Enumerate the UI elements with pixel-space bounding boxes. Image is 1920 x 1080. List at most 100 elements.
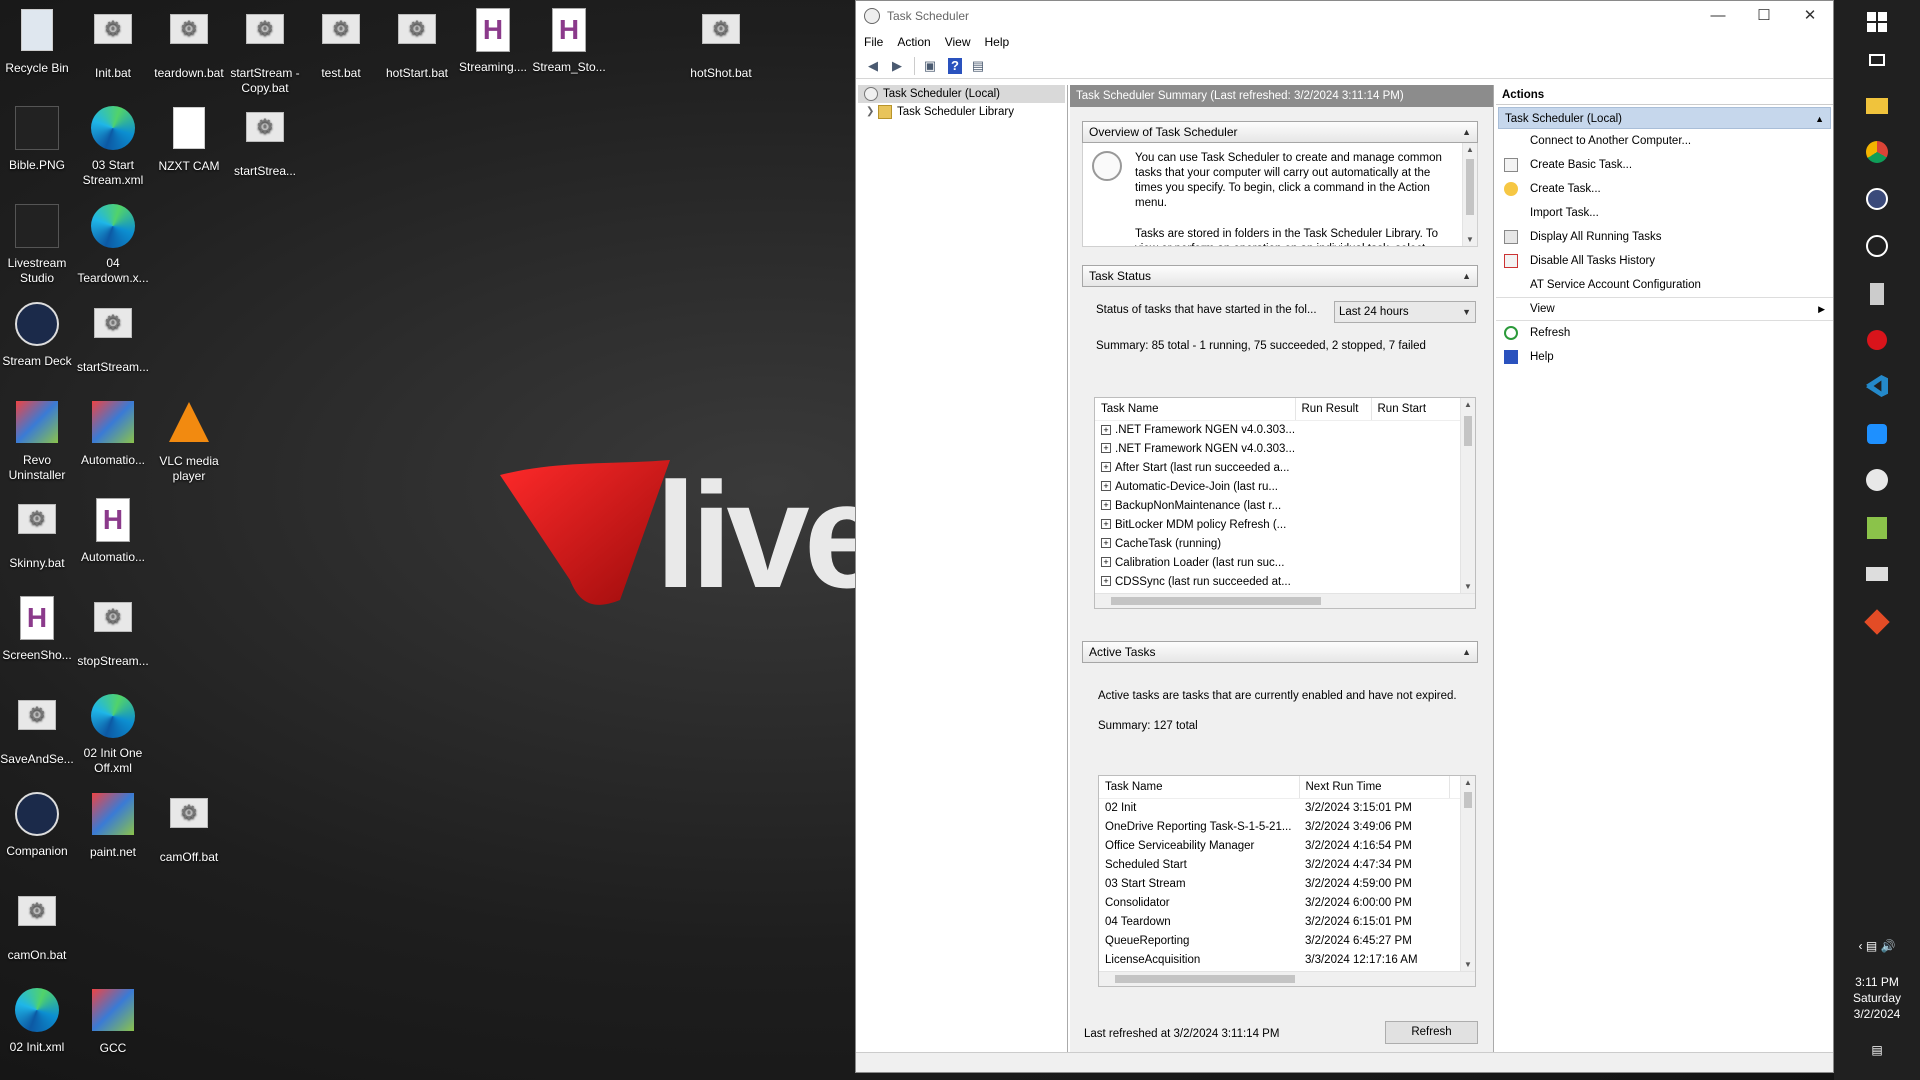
table-row[interactable]: + CacheTask (running) bbox=[1095, 534, 1461, 553]
desktop-icon[interactable]: H Streaming.... bbox=[455, 6, 531, 75]
task-status-hscrollbar[interactable] bbox=[1095, 593, 1475, 608]
companion-icon[interactable] bbox=[1863, 232, 1891, 260]
table-row[interactable]: LicenseAcquisition 3/3/2024 12:17:16 AM bbox=[1099, 950, 1461, 969]
desktop-icon[interactable]: Init.bat bbox=[75, 6, 151, 81]
forward-arrow-icon[interactable]: ▶ bbox=[886, 55, 908, 77]
desktop-icon[interactable]: NZXT CAM bbox=[151, 104, 227, 174]
desktop-icon[interactable]: 04 Teardown.x... bbox=[75, 202, 151, 286]
show-hide-action-pane-icon[interactable]: ▤ bbox=[967, 55, 989, 77]
close-button[interactable]: ✕ bbox=[1787, 1, 1833, 31]
red-app-icon[interactable] bbox=[1863, 326, 1891, 354]
livestream-studio-icon[interactable] bbox=[1863, 280, 1891, 308]
table-row[interactable]: Scheduled Start 3/2/2024 4:47:34 PM bbox=[1099, 855, 1461, 874]
notifications-icon[interactable]: ▤ bbox=[1834, 1042, 1920, 1058]
action-item-disable-all-tasks-history[interactable]: Disable All Tasks History bbox=[1496, 249, 1833, 273]
clock-day[interactable]: Saturday bbox=[1834, 990, 1920, 1006]
table-row[interactable]: + .NET Framework NGEN v4.0.303... bbox=[1095, 420, 1461, 439]
task-status-section-header[interactable]: Task Status ▲ bbox=[1082, 265, 1478, 287]
scroll-up-icon[interactable]: ▲ bbox=[1463, 145, 1477, 154]
overview-scrollbar[interactable]: ▲ ▼ bbox=[1462, 143, 1477, 246]
scroll-thumb[interactable] bbox=[1464, 416, 1472, 446]
vscode-icon[interactable] bbox=[1863, 372, 1891, 400]
status-period-dropdown[interactable]: Last 24 hours ▼ bbox=[1334, 301, 1476, 323]
start-windows-icon[interactable] bbox=[1863, 8, 1891, 36]
desktop-icon[interactable]: GCC bbox=[75, 986, 151, 1056]
menu-view[interactable]: View bbox=[945, 35, 971, 49]
expand-plus-icon[interactable]: + bbox=[1101, 500, 1111, 511]
blue-app-icon[interactable] bbox=[1863, 420, 1891, 448]
desktop-icon[interactable]: Bible.PNG bbox=[0, 104, 75, 173]
expand-plus-icon[interactable]: + bbox=[1101, 443, 1111, 454]
stream-deck-icon[interactable] bbox=[1863, 185, 1891, 213]
menu-file[interactable]: File bbox=[864, 35, 883, 49]
desktop-icon[interactable]: Revo Uninstaller bbox=[0, 398, 75, 483]
desktop-icon[interactable]: camOn.bat bbox=[0, 888, 75, 963]
actions-group-header[interactable]: Task Scheduler (Local) ▲ bbox=[1498, 107, 1831, 129]
git-app-icon[interactable] bbox=[1863, 608, 1891, 636]
action-item-view[interactable]: View ▶ bbox=[1496, 297, 1833, 321]
active-tasks-section-header[interactable]: Active Tasks ▲ bbox=[1082, 641, 1478, 663]
column-header-run-start[interactable]: Run Start bbox=[1371, 398, 1462, 421]
desktop-icon[interactable]: Companion bbox=[0, 790, 75, 859]
clock-time[interactable]: 3:11 PM bbox=[1834, 974, 1920, 990]
active-tasks-hscrollbar[interactable] bbox=[1099, 971, 1475, 986]
chrome-icon[interactable] bbox=[1863, 138, 1891, 166]
desktop-icon[interactable]: Stream Deck bbox=[0, 300, 75, 369]
table-row[interactable]: + BackupNonMaintenance (last r... bbox=[1095, 496, 1461, 515]
automation-app-icon[interactable] bbox=[1863, 514, 1891, 542]
desktop-icon[interactable]: test.bat bbox=[303, 6, 379, 81]
clock-date[interactable]: 3/2/2024 bbox=[1834, 1006, 1920, 1022]
title-bar[interactable]: Task Scheduler — ☐ ✕ bbox=[856, 1, 1833, 31]
action-item-import-task[interactable]: Import Task... bbox=[1496, 201, 1833, 225]
action-item-create-basic-task[interactable]: Create Basic Task... bbox=[1496, 153, 1833, 177]
expand-plus-icon[interactable]: + bbox=[1101, 424, 1111, 435]
desktop-icon[interactable]: SaveAndSe... bbox=[0, 692, 75, 767]
action-item-create-task[interactable]: Create Task... bbox=[1496, 177, 1833, 201]
table-row[interactable]: + CDSSync (last run succeeded at... bbox=[1095, 572, 1461, 591]
clock-app-icon[interactable] bbox=[1863, 466, 1891, 494]
task-scheduler-window[interactable]: Task Scheduler — ☐ ✕ File Action View He… bbox=[855, 0, 1834, 1073]
table-row[interactable]: Office Serviceability Manager 3/2/2024 4:… bbox=[1099, 836, 1461, 855]
expand-plus-icon[interactable]: + bbox=[1101, 481, 1111, 492]
collapse-icon[interactable]: ▲ bbox=[1462, 642, 1471, 662]
desktop-icon[interactable]: hotShot.bat bbox=[683, 6, 759, 81]
expand-plus-icon[interactable]: + bbox=[1101, 538, 1111, 549]
table-row[interactable]: + Calibration Loader (last run suc... bbox=[1095, 553, 1461, 572]
menu-action[interactable]: Action bbox=[897, 35, 930, 49]
desktop-icon[interactable]: teardown.bat bbox=[151, 6, 227, 81]
scroll-up-icon[interactable]: ▲ bbox=[1461, 778, 1475, 787]
minimize-button[interactable]: — bbox=[1695, 1, 1741, 31]
column-header-next-run-time[interactable]: Next Run Time bbox=[1299, 776, 1450, 799]
desktop-icon[interactable]: Livestream Studio bbox=[0, 202, 75, 286]
desktop-icon[interactable]: Skinny.bat bbox=[0, 496, 75, 571]
task-view-icon[interactable] bbox=[1863, 46, 1891, 74]
action-item-at-service-account-configuration[interactable]: AT Service Account Configuration bbox=[1496, 273, 1833, 297]
scroll-thumb[interactable] bbox=[1466, 159, 1474, 215]
table-row[interactable]: + BitLocker MDM policy Refresh (... bbox=[1095, 515, 1461, 534]
table-row[interactable]: Consolidator 3/2/2024 6:00:00 PM bbox=[1099, 893, 1461, 912]
tree-node-task-scheduler-library[interactable]: ❯ Task Scheduler Library bbox=[856, 103, 1067, 121]
desktop-icon[interactable]: paint.net bbox=[75, 790, 151, 860]
task-status-vscrollbar[interactable]: ▲ ▼ bbox=[1460, 398, 1475, 593]
action-item-refresh[interactable]: Refresh bbox=[1496, 321, 1833, 345]
collapse-icon[interactable]: ▲ bbox=[1462, 266, 1471, 286]
chevron-right-icon[interactable]: ❯ bbox=[866, 103, 878, 121]
desktop-icon[interactable]: camOff.bat bbox=[151, 790, 227, 865]
desktop-icon[interactable]: stopStream... bbox=[75, 594, 151, 669]
action-item-display-all-running-tasks[interactable]: Display All Running Tasks bbox=[1496, 225, 1833, 249]
desktop-icon[interactable]: H Stream_Sto... bbox=[531, 6, 607, 75]
column-header-task-name[interactable]: Task Name bbox=[1095, 398, 1296, 421]
active-tasks-vscrollbar[interactable]: ▲ ▼ bbox=[1460, 776, 1475, 971]
table-row[interactable]: OneDrive Reporting Task-S-1-5-21... 3/2/2… bbox=[1099, 817, 1461, 836]
scroll-up-icon[interactable]: ▲ bbox=[1461, 400, 1475, 409]
scroll-thumb[interactable] bbox=[1115, 975, 1295, 983]
table-row[interactable]: QueueReporting 3/2/2024 6:45:27 PM bbox=[1099, 931, 1461, 950]
desktop-icon[interactable]: Recycle Bin bbox=[0, 6, 75, 76]
desktop-icon[interactable]: 02 Init One Off.xml bbox=[75, 692, 151, 776]
column-header-task-name[interactable]: Task Name bbox=[1099, 776, 1300, 799]
file-explorer-icon[interactable] bbox=[1863, 92, 1891, 120]
desktop-icon[interactable]: 03 Start Stream.xml bbox=[75, 104, 151, 188]
help-icon[interactable]: ? bbox=[948, 57, 962, 74]
expand-plus-icon[interactable]: + bbox=[1101, 462, 1111, 473]
table-row[interactable]: 02 Init 3/2/2024 3:15:01 PM bbox=[1099, 798, 1461, 817]
